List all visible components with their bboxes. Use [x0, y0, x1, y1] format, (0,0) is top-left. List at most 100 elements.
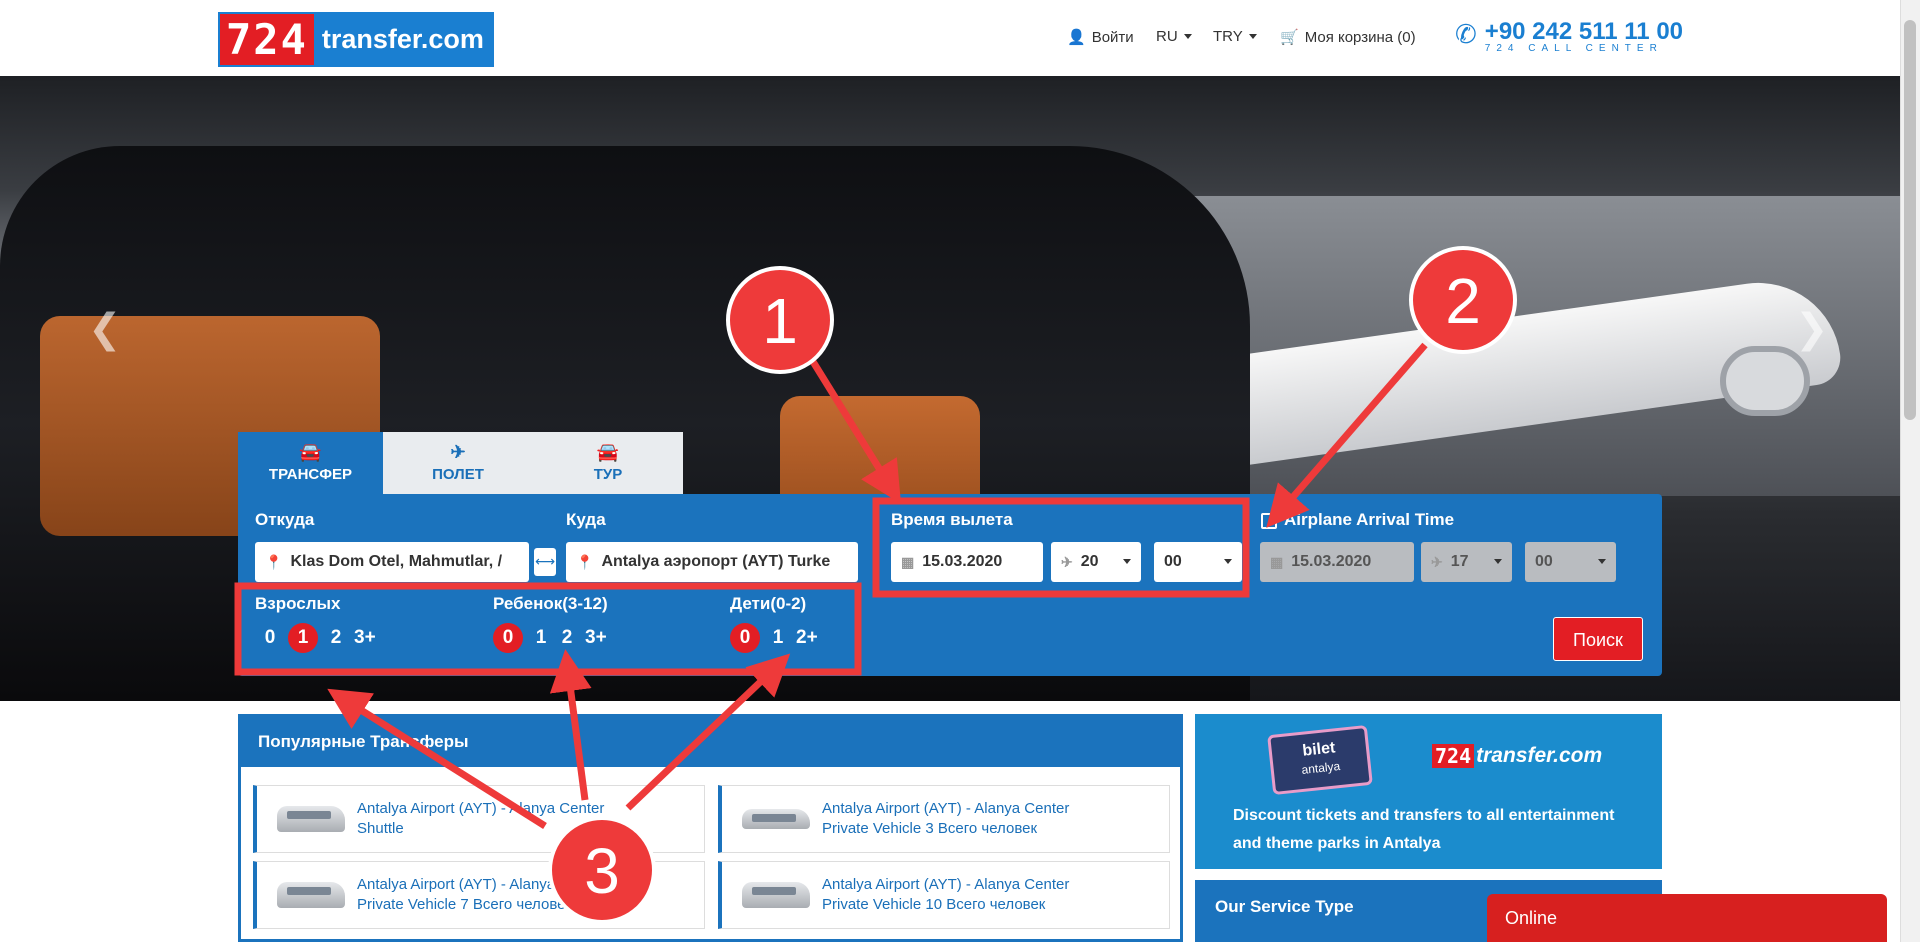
online-chat-button[interactable]: Online — [1487, 894, 1887, 942]
infant-option[interactable]: 1 — [770, 627, 786, 649]
bus-icon: 🚘 — [596, 442, 620, 462]
language-dropdown[interactable]: RU — [1156, 28, 1192, 45]
to-label: Куда — [566, 510, 606, 529]
slider-next-icon[interactable]: ❯ — [1795, 306, 1829, 352]
plane-icon: ✈ — [450, 442, 466, 462]
adults-option[interactable]: 3+ — [354, 627, 376, 649]
route-subtitle: Private Vehicle 7 Всего человек — [357, 896, 573, 913]
route-card[interactable]: Antalya Airport (AYT) - Alanya Private V… — [253, 861, 705, 929]
site-header: 724 transfer.com 👤 Войти RU TRY 🛒 Моя ко… — [0, 0, 1900, 76]
search-tabs: 🚘 ТРАНСФЕР ✈ ПОЛЕТ 🚘 ТУР — [238, 432, 683, 494]
currency-dropdown[interactable]: TRY — [1213, 28, 1257, 45]
arrival-date-input[interactable]: ▦ 15.03.2020 — [1260, 542, 1414, 582]
route-subtitle: Private Vehicle 10 Всего человек — [822, 896, 1046, 913]
departure-hour-select[interactable]: ✈ 20 — [1051, 542, 1141, 582]
child-option[interactable]: 1 — [533, 627, 549, 649]
route-subtitle: Private Vehicle 3 Всего человек — [822, 820, 1038, 837]
chevron-down-icon — [1494, 559, 1502, 564]
minivan-icon — [277, 882, 345, 908]
from-label: Откуда — [255, 510, 315, 529]
departure-date-input[interactable]: ▦ 15.03.2020 — [891, 542, 1043, 582]
location-pin-icon: 📍 — [265, 553, 283, 570]
arrival-minute-select[interactable]: 00 — [1525, 542, 1616, 582]
route-card[interactable]: Antalya Airport (AYT) - Alanya Center Pr… — [718, 785, 1170, 853]
chevron-down-icon — [1183, 34, 1192, 39]
child-option[interactable]: 2 — [559, 627, 575, 649]
infant-option-selected[interactable]: 0 — [730, 623, 760, 653]
tab-transfer[interactable]: 🚘 ТРАНСФЕР — [238, 432, 383, 494]
promo-banner[interactable]: bilet antalya 724 transfer.com Discount … — [1195, 714, 1662, 869]
bilet-antalya-logo: bilet antalya — [1267, 724, 1373, 796]
chevron-down-icon — [1224, 559, 1232, 564]
departure-date-value: 15.03.2020 — [922, 553, 1003, 570]
departure-hour-value: 20 — [1080, 553, 1099, 570]
logo-text: transfer.com — [313, 14, 492, 65]
arrival-time-checkbox[interactable] — [1261, 513, 1277, 529]
arrival-date-value: 15.03.2020 — [1291, 553, 1372, 570]
departure-minute-select[interactable]: 00 — [1154, 542, 1242, 582]
promo-logo-number: 724 — [1432, 744, 1475, 768]
language-label: RU — [1156, 28, 1178, 45]
plane-icon: ✈ — [1431, 553, 1443, 570]
child-counter: 0 1 2 3+ — [493, 623, 607, 653]
from-input[interactable]: 📍 Klas Dom Otel, Mahmutlar, / — [255, 542, 529, 582]
minibus-icon — [277, 806, 345, 832]
route-title: Antalya Airport (AYT) - Alanya Center — [822, 800, 1070, 817]
calendar-icon: ▦ — [901, 553, 915, 570]
promo-logo-text: transfer.com — [1476, 744, 1603, 767]
minibus-icon — [742, 882, 810, 908]
arrival-label: Airplane Arrival Time — [1284, 510, 1455, 529]
tab-flight[interactable]: ✈ ПОЛЕТ — [383, 432, 533, 494]
arrival-hour-select[interactable]: ✈ 17 — [1421, 542, 1512, 582]
tab-tour[interactable]: 🚘 ТУР — [533, 432, 683, 494]
infant-option[interactable]: 2+ — [796, 627, 818, 649]
infant-counter: 0 1 2+ — [730, 623, 818, 653]
infant-label: Дети(0-2) — [730, 594, 807, 613]
call-center-phone[interactable]: ✆ +90 242 511 11 00 724 CALL CENTER — [1455, 20, 1683, 54]
tab-flight-label: ПОЛЕТ — [432, 466, 484, 483]
site-logo[interactable]: 724 transfer.com — [218, 12, 494, 67]
bilet-subtitle: antalya — [1300, 758, 1341, 777]
tab-tour-label: ТУР — [593, 466, 623, 483]
login-link[interactable]: 👤 Войти — [1067, 28, 1134, 47]
phone-icon: ✆ — [1455, 20, 1477, 50]
search-button[interactable]: Поиск — [1553, 617, 1643, 661]
adults-option[interactable]: 0 — [262, 627, 278, 649]
swap-locations-button[interactable]: ⟷ — [534, 548, 556, 576]
adults-option-selected[interactable]: 1 — [288, 623, 318, 653]
arrival-minute-value: 00 — [1535, 553, 1553, 570]
route-card[interactable]: Antalya Airport (AYT) - Alanya Center Pr… — [718, 861, 1170, 929]
car-icon: 🚘 — [299, 442, 322, 462]
route-title: Antalya Airport (AYT) - Alanya Center — [357, 800, 605, 817]
child-option[interactable]: 3+ — [585, 627, 607, 649]
promo-text: Discount tickets and transfers to all en… — [1233, 807, 1615, 852]
adults-label: Взрослых — [255, 594, 341, 613]
phone-subtitle: 724 CALL CENTER — [1484, 43, 1663, 54]
route-card[interactable]: Antalya Airport (AYT) - Alanya Center Sh… — [253, 785, 705, 853]
adults-counter: 0 1 2 3+ — [262, 623, 376, 653]
route-subtitle: Shuttle — [357, 820, 404, 837]
car-icon — [742, 809, 810, 829]
location-pin-icon: 📍 — [576, 553, 594, 570]
cart-icon: 🛒 — [1280, 29, 1299, 46]
bilet-title: bilet — [1301, 739, 1337, 760]
route-title: Antalya Airport (AYT) - Alanya Center — [822, 876, 1070, 893]
adults-option[interactable]: 2 — [328, 627, 344, 649]
hero-jet-engine — [1720, 346, 1810, 416]
child-option-selected[interactable]: 0 — [493, 623, 523, 653]
route-title: Antalya Airport (AYT) - Alanya — [357, 876, 556, 893]
popular-transfers-panel: Популярные Трансферы Antalya Airport (AY… — [238, 714, 1183, 942]
cart-label: Моя корзина (0) — [1304, 28, 1416, 46]
chevron-down-icon — [1598, 559, 1606, 564]
plane-icon: ✈ — [1061, 553, 1073, 570]
scrollbar-thumb[interactable] — [1904, 20, 1916, 420]
tab-transfer-label: ТРАНСФЕР — [268, 466, 353, 483]
to-input[interactable]: 📍 Antalya аэропорт (AYT) Turke — [566, 542, 858, 582]
to-value: Antalya аэропорт (AYT) Turke — [601, 553, 831, 570]
cart-link[interactable]: 🛒 Моя корзина (0) — [1280, 28, 1416, 47]
chevron-down-icon — [1123, 559, 1131, 564]
slider-prev-icon[interactable]: ❮ — [88, 306, 122, 352]
currency-label: TRY — [1213, 28, 1243, 45]
logo-number: 724 — [220, 14, 314, 65]
calendar-icon: ▦ — [1270, 553, 1284, 570]
